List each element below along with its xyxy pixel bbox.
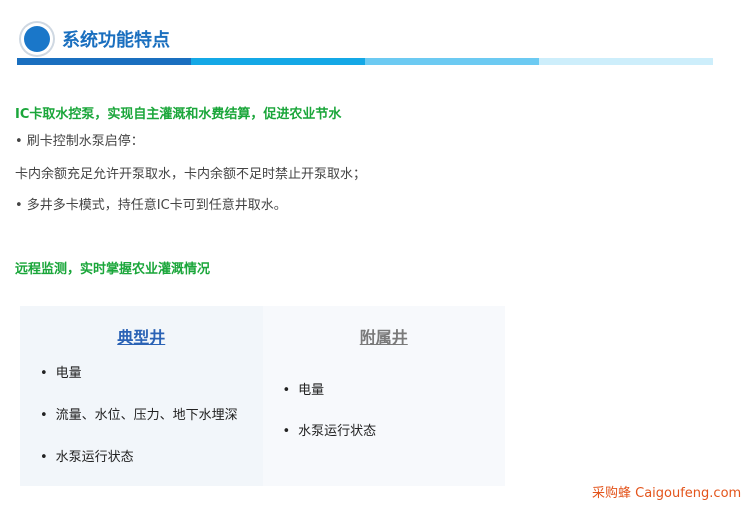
auxiliary-item-2: 水泵运行状态 bbox=[283, 420, 376, 439]
bar-segment-4 bbox=[539, 58, 713, 65]
section1-line-3: • 多井多卡模式，持任意IC卡可到任意井取水。 bbox=[15, 198, 287, 213]
bar-segment-2 bbox=[191, 58, 365, 65]
auxiliary-well-column: 附属井 电量 水泵运行状态 bbox=[262, 306, 506, 486]
typical-well-title[interactable]: 典型井 bbox=[20, 324, 263, 348]
auxiliary-item-1: 电量 bbox=[283, 379, 324, 398]
section1-heading: IC卡取水控泵，实现自主灌溉和水费结算，促进农业节水 bbox=[15, 107, 342, 122]
header-circle-icon bbox=[24, 26, 50, 52]
bar-segment-3 bbox=[365, 58, 539, 65]
section1-line-2: 卡内余额充足允许开泵取水，卡内余额不足时禁止开泵取水； bbox=[15, 167, 367, 182]
header-progress-bar bbox=[17, 58, 713, 65]
section-header: 系统功能特点 bbox=[24, 22, 170, 56]
typical-well-column: 典型井 电量 流量、水位、压力、地下水埋深 水泵运行状态 bbox=[20, 306, 263, 486]
page-title: 系统功能特点 bbox=[62, 30, 170, 51]
watermark: 采购蜂 Caigoufeng.com bbox=[592, 486, 742, 501]
well-info-panel: 典型井 电量 流量、水位、压力、地下水埋深 水泵运行状态 附属井 电量 水泵运行… bbox=[20, 306, 505, 486]
bar-segment-1 bbox=[17, 58, 191, 65]
typical-item-3: 水泵运行状态 bbox=[40, 446, 134, 465]
auxiliary-well-title[interactable]: 附属井 bbox=[263, 324, 506, 348]
section2-heading: 远程监测，实时掌握农业灌溉情况 bbox=[15, 262, 211, 277]
section1-line-1: • 刷卡控制水泵启停： bbox=[15, 134, 144, 149]
typical-item-2: 流量、水位、压力、地下水埋深 bbox=[40, 404, 238, 423]
typical-item-1: 电量 bbox=[40, 362, 82, 381]
